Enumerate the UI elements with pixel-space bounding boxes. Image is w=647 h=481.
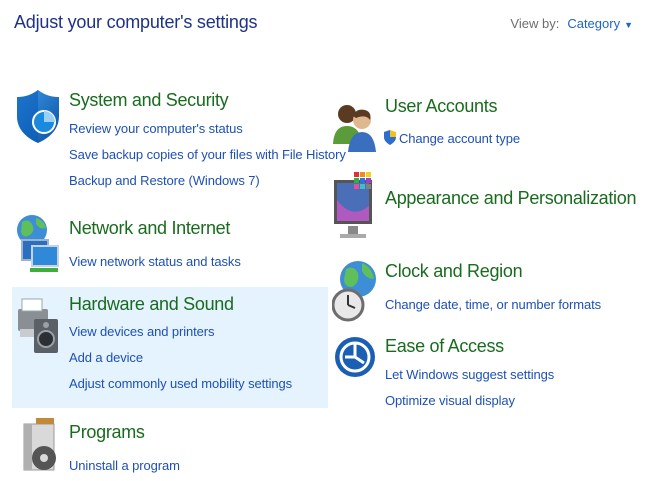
- category-title[interactable]: Ease of Access: [385, 336, 504, 357]
- clock-globe-icon[interactable]: [331, 257, 378, 330]
- category-title[interactable]: Clock and Region: [385, 261, 523, 282]
- view-by: View by: Category ▼: [510, 16, 633, 31]
- category-system-security: System and Security Review your computer…: [12, 86, 346, 196]
- category-title[interactable]: Programs: [69, 422, 145, 443]
- programs-disc-icon[interactable]: [22, 418, 62, 481]
- uac-shield-icon: [383, 130, 397, 148]
- category-programs: Programs Uninstall a program: [12, 416, 328, 476]
- link-windows-suggest[interactable]: Let Windows suggest settings: [385, 367, 554, 382]
- page-title: Adjust your computer's settings: [14, 12, 258, 32]
- category-title[interactable]: Appearance and Personalization: [385, 188, 636, 209]
- link-uninstall-program[interactable]: Uninstall a program: [69, 458, 180, 473]
- category-title[interactable]: System and Security: [69, 90, 229, 111]
- link-devices-printers[interactable]: View devices and printers: [69, 324, 215, 339]
- category-hardware-sound: Hardware and Sound View devices and prin…: [12, 287, 328, 408]
- view-by-label: View by:: [510, 16, 560, 31]
- category-title[interactable]: Network and Internet: [69, 218, 230, 239]
- category-title[interactable]: Hardware and Sound: [69, 294, 234, 315]
- printer-speaker-icon[interactable]: [14, 295, 60, 360]
- category-clock-region: Clock and Region Change date, time, or n…: [328, 255, 628, 325]
- view-by-dropdown[interactable]: Category: [567, 16, 620, 31]
- category-user-accounts: User Accounts Change account type: [328, 90, 628, 160]
- users-icon[interactable]: [332, 98, 378, 157]
- link-backup-restore[interactable]: Backup and Restore (Windows 7): [69, 173, 260, 188]
- link-review-status[interactable]: Review your computer's status: [69, 121, 243, 136]
- link-network-status[interactable]: View network status and tasks: [69, 254, 241, 269]
- ease-of-access-icon[interactable]: [334, 336, 376, 383]
- globe-network-icon[interactable]: [14, 212, 62, 279]
- shield-icon[interactable]: [14, 88, 62, 149]
- link-change-account-type[interactable]: Change account type: [383, 130, 520, 148]
- link-mobility-settings[interactable]: Adjust commonly used mobility settings: [69, 376, 292, 391]
- chevron-down-icon[interactable]: ▼: [624, 20, 633, 30]
- link-file-history[interactable]: Save backup copies of your files with Fi…: [69, 147, 346, 162]
- link-label: Change account type: [399, 131, 520, 146]
- category-network-internet: Network and Internet View network status…: [12, 212, 328, 276]
- monitor-palette-icon[interactable]: [332, 170, 378, 247]
- category-ease-of-access: Ease of Access Let Windows suggest setti…: [328, 332, 628, 412]
- category-title[interactable]: User Accounts: [385, 96, 497, 117]
- link-date-time-formats[interactable]: Change date, time, or number formats: [385, 297, 601, 312]
- link-add-device[interactable]: Add a device: [69, 350, 143, 365]
- link-optimize-visual[interactable]: Optimize visual display: [385, 393, 515, 408]
- category-appearance: Appearance and Personalization: [328, 168, 636, 247]
